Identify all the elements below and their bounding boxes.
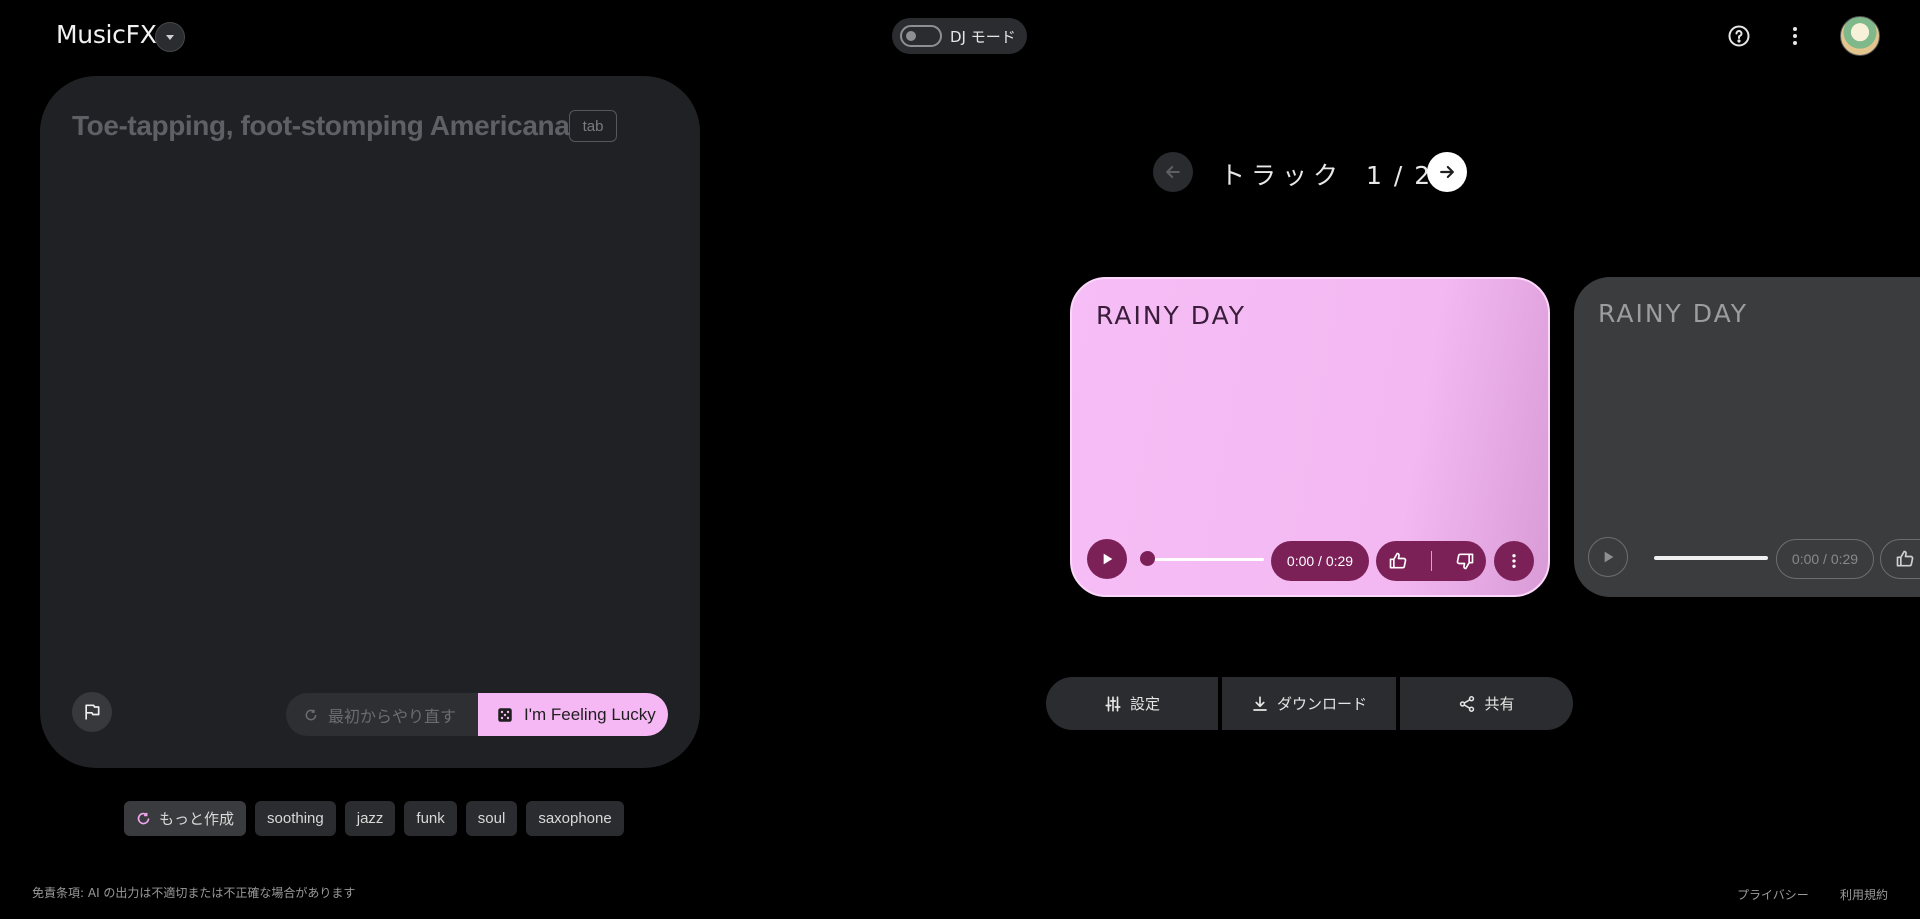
avatar[interactable] [1840,16,1880,56]
track-counter-value: 1 / 2 [1365,161,1433,190]
chevron-down-icon [166,34,174,40]
privacy-link[interactable]: プライバシー [1737,886,1809,903]
suggestion-chips: もっと作成 soothing jazz funk soul saxophone [124,801,624,836]
arrow-left-icon [1166,166,1180,178]
dj-mode-switch[interactable] [900,25,942,47]
tab-hint-badge: tab [569,110,617,142]
time-display: 0:00 / 0:29 [1776,539,1874,579]
prompt-card[interactable]: Toe-tapping, foot-stomping Americana tab… [40,76,700,768]
settings-label: 設定 [1129,695,1160,713]
feeling-lucky-label: I'm Feeling Lucky [524,704,656,724]
prompt-input[interactable]: Toe-tapping, foot-stomping Americana [72,110,570,142]
share-icon [1460,695,1475,712]
chip-saxophone[interactable]: saxophone [526,801,624,836]
thumbs-down-icon[interactable] [1455,551,1475,571]
thumbs-up-icon[interactable] [1388,551,1408,571]
play-button[interactable] [1087,539,1127,579]
download-label: ダウンロード [1276,695,1367,713]
rating-group [1376,541,1486,581]
terms-link[interactable]: 利用規約 [1840,886,1888,903]
track-name: RAINY DAY [1598,299,1748,328]
dj-mode-toggle[interactable]: DJ モード [892,18,1027,54]
chip-jazz[interactable]: jazz [344,801,396,836]
track-actions: 設定 ダウンロード 共有 [1046,677,1573,730]
more-vert-icon [1793,27,1797,45]
play-icon [1604,551,1614,563]
settings-button[interactable]: 設定 [1046,677,1218,730]
restart-label: 最初からやり直す [328,706,457,726]
track-counter: トラック 1 / 2 [1220,156,1432,192]
progress-handle[interactable] [1140,551,1155,566]
chip-soothing[interactable]: soothing [255,801,336,836]
more-options-button[interactable] [1780,21,1810,51]
track-name: RAINY DAY [1096,301,1246,330]
rating-group [1880,539,1920,579]
time-display: 0:00 / 0:29 [1271,541,1369,581]
track-more-button[interactable] [1494,541,1534,581]
previous-track-button[interactable] [1153,152,1193,192]
chip-funk[interactable]: funk [404,801,457,836]
refresh-icon [305,709,317,720]
flag-icon [85,704,100,720]
play-icon [1103,553,1113,565]
help-icon [1728,25,1750,47]
share-button[interactable]: 共有 [1400,677,1573,730]
track-card[interactable]: RAINY DAY 0:00 / 0:29 [1574,277,1920,597]
disclaimer-text: 免責条項: AI の出力は不適切または不正確な場合があります [32,886,356,900]
feeling-lucky-button[interactable]: I'm Feeling Lucky [478,693,668,736]
dice-icon [498,707,512,722]
progress-track[interactable] [1142,558,1264,561]
generate-more-label: もっと作成 [159,811,235,828]
track-card[interactable]: RAINY DAY 0:00 / 0:29 [1070,277,1550,597]
share-label: 共有 [1484,695,1515,713]
thumbs-up-icon[interactable] [1895,549,1915,569]
tune-icon [1105,695,1121,712]
track-title-label: トラック [1220,161,1345,190]
play-button[interactable] [1588,537,1628,577]
rating-divider [1430,551,1432,571]
restart-button[interactable]: 最初からやり直す [286,693,480,736]
help-button[interactable] [1724,21,1754,51]
app-switcher-button[interactable] [155,22,185,52]
download-icon [1253,695,1267,711]
more-vert-icon [1512,554,1516,568]
next-track-button[interactable] [1427,152,1467,192]
dj-mode-label: DJ モード [950,27,1016,46]
app-title: MusicFX [56,20,157,49]
arrow-right-icon [1440,165,1454,179]
report-button[interactable] [72,692,112,732]
generate-more-chip[interactable]: もっと作成 [124,801,247,836]
download-button[interactable]: ダウンロード [1222,677,1396,730]
progress-track[interactable] [1654,556,1768,560]
chip-soul[interactable]: soul [465,801,518,836]
refresh-icon [137,812,150,825]
